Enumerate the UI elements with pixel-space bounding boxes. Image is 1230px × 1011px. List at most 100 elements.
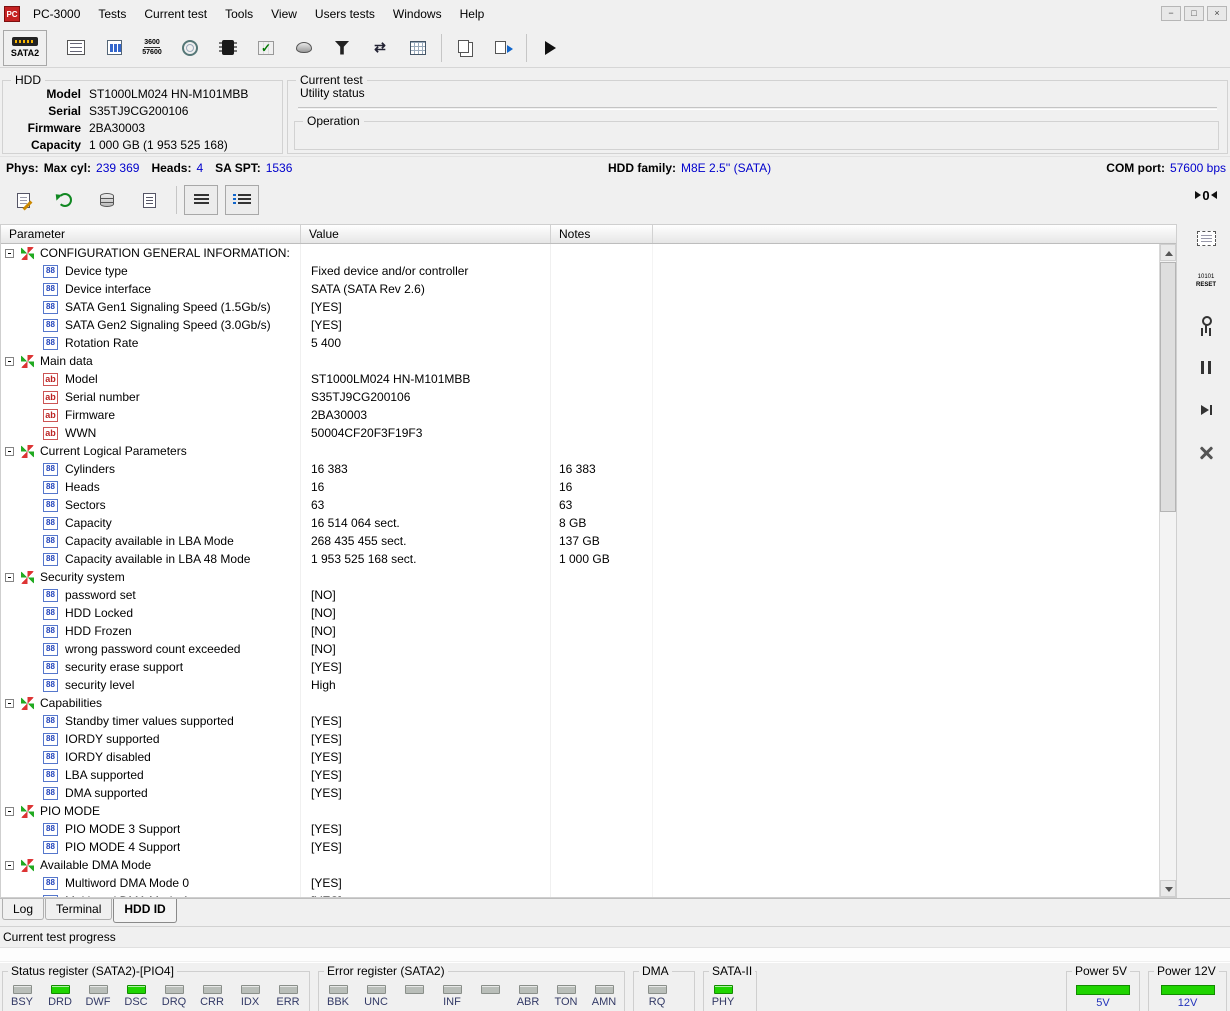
sata2-port-button[interactable]: SATA2 (3, 30, 47, 66)
table-row[interactable]: security erase support[YES] (1, 658, 1158, 676)
menu-pc-3000[interactable]: PC-3000 (24, 3, 89, 25)
reset-button[interactable]: 10101RESET (1189, 268, 1223, 294)
scroll-down-button[interactable] (1160, 880, 1176, 897)
universal-utility-button[interactable] (171, 31, 209, 65)
table-row[interactable]: Device interfaceSATA (SATA Rev 2.6) (1, 280, 1158, 298)
table-row[interactable]: Rotation Rate5 400 (1, 334, 1158, 352)
data-export-button[interactable] (484, 31, 522, 65)
copy-button[interactable] (446, 31, 484, 65)
chip-button[interactable] (209, 31, 247, 65)
utility-terminal-button[interactable] (57, 31, 95, 65)
menu-help[interactable]: Help (451, 3, 494, 25)
table-row[interactable]: Capacity16 514 064 sect.8 GB (1, 514, 1158, 532)
pause-button[interactable] (1189, 354, 1223, 380)
group-row[interactable]: Capabilities (1, 694, 1158, 712)
column-header-parameter[interactable]: Parameter (1, 225, 301, 243)
table-row[interactable]: security levelHigh (1, 676, 1158, 694)
table-row[interactable]: Firmware2BA30003 (1, 406, 1158, 424)
table-row[interactable]: Cylinders16 38316 383 (1, 460, 1158, 478)
table-row[interactable]: password set[NO] (1, 586, 1158, 604)
report-button[interactable] (95, 31, 133, 65)
table-row[interactable]: ModelST1000LM024 HN-M101MBB (1, 370, 1158, 388)
table-row[interactable]: Heads1616 (1, 478, 1158, 496)
collapse-toggle-icon[interactable] (5, 573, 14, 582)
table-row[interactable]: SATA Gen1 Signaling Speed (1.5Gb/s)[YES] (1, 298, 1158, 316)
baud-rate-button[interactable]: 360057600 (133, 31, 171, 65)
refresh-button[interactable] (46, 183, 84, 217)
table-row[interactable]: Multiword DMA Mode 0[YES] (1, 874, 1158, 892)
menu-users-tests[interactable]: Users tests (306, 3, 384, 25)
scroll-thumb[interactable] (1160, 262, 1176, 512)
table-row[interactable]: wrong password count exceeded[NO] (1, 640, 1158, 658)
field-label: Capacity (7, 138, 81, 152)
rom-view-button[interactable] (1189, 225, 1223, 251)
group-row[interactable]: PIO MODE (1, 802, 1158, 820)
collapse-toggle-icon[interactable] (5, 447, 14, 456)
table-row[interactable]: DMA supported[YES] (1, 784, 1158, 802)
disk-write-button[interactable] (285, 31, 323, 65)
table-row[interactable]: WWN50004CF20F3F19F3 (1, 424, 1158, 442)
filler-cell (653, 676, 1158, 694)
filter-button[interactable] (323, 31, 361, 65)
table-row[interactable]: SATA Gen2 Signaling Speed (3.0Gb/s)[YES] (1, 316, 1158, 334)
column-header-notes[interactable]: Notes (551, 225, 653, 243)
collapse-toggle-icon[interactable] (5, 699, 14, 708)
minimize-button[interactable]: − (1161, 6, 1181, 21)
parameter-cell: Device interface (1, 280, 301, 298)
start-test-button[interactable] (531, 31, 569, 65)
collapse-toggle-icon[interactable] (5, 357, 14, 366)
table-row[interactable]: Capacity available in LBA 48 Mode1 953 5… (1, 550, 1158, 568)
collapse-toggle-icon[interactable] (5, 249, 14, 258)
collapse-toggle-icon[interactable] (5, 807, 14, 816)
parameter-cell: PIO MODE 4 Support (1, 838, 301, 856)
menu-current-test[interactable]: Current test (135, 3, 216, 25)
group-row[interactable]: Security system (1, 568, 1158, 586)
test-graph-button[interactable]: ✓ (247, 31, 285, 65)
app-icon[interactable]: PC (4, 6, 20, 22)
group-row[interactable]: Main data (1, 352, 1158, 370)
tab-log[interactable]: Log (2, 899, 44, 920)
compare-button[interactable]: ⇄ (361, 31, 399, 65)
zero-position-button[interactable]: 0 (1189, 182, 1223, 208)
group-row[interactable]: CONFIGURATION GENERAL INFORMATION: (1, 244, 1158, 262)
menu-windows[interactable]: Windows (384, 3, 451, 25)
table-row[interactable]: LBA supported[YES] (1, 766, 1158, 784)
parameter-label: PIO MODE 4 Support (65, 840, 180, 854)
align-button[interactable] (184, 185, 218, 215)
table-row[interactable]: Sectors6363 (1, 496, 1158, 514)
table-row[interactable]: HDD Frozen[NO] (1, 622, 1158, 640)
script-button[interactable] (130, 183, 168, 217)
close-button[interactable]: × (1207, 6, 1227, 21)
scroll-up-button[interactable] (1160, 244, 1176, 261)
power-connect-button[interactable] (1189, 311, 1223, 337)
database-button[interactable] (88, 183, 126, 217)
table-row[interactable]: Multiword DMA Mode 1[YES] (1, 892, 1158, 897)
table-row[interactable]: Device typeFixed device and/or controlle… (1, 262, 1158, 280)
listnum-button[interactable] (225, 185, 259, 215)
power-5v-group: Power 5V 5V (1066, 971, 1140, 1011)
menu-tools[interactable]: Tools (216, 3, 262, 25)
table-row[interactable]: Capacity available in LBA Mode268 435 45… (1, 532, 1158, 550)
table-row[interactable]: Standby timer values supported[YES] (1, 712, 1158, 730)
table-row[interactable]: PIO MODE 3 Support[YES] (1, 820, 1158, 838)
collapse-toggle-icon[interactable] (5, 861, 14, 870)
table-row[interactable]: Serial numberS35TJ9CG200106 (1, 388, 1158, 406)
tab-terminal[interactable]: Terminal (45, 899, 112, 920)
menu-tests[interactable]: Tests (89, 3, 135, 25)
tools-button[interactable] (1189, 440, 1223, 466)
menu-view[interactable]: View (262, 3, 306, 25)
vertical-scrollbar[interactable] (1159, 244, 1176, 897)
table-row[interactable]: IORDY supported[YES] (1, 730, 1158, 748)
table-header: Parameter Value Notes (1, 225, 1176, 244)
maximize-button[interactable]: □ (1184, 6, 1204, 21)
group-row[interactable]: Current Logical Parameters (1, 442, 1158, 460)
sector-map-button[interactable] (399, 31, 437, 65)
log-button[interactable] (4, 183, 42, 217)
table-row[interactable]: IORDY disabled[YES] (1, 748, 1158, 766)
column-header-value[interactable]: Value (301, 225, 551, 243)
table-row[interactable]: HDD Locked[NO] (1, 604, 1158, 622)
skip-button[interactable] (1189, 397, 1223, 423)
table-row[interactable]: PIO MODE 4 Support[YES] (1, 838, 1158, 856)
tab-hdd-id[interactable]: HDD ID (113, 899, 176, 923)
group-row[interactable]: Available DMA Mode (1, 856, 1158, 874)
